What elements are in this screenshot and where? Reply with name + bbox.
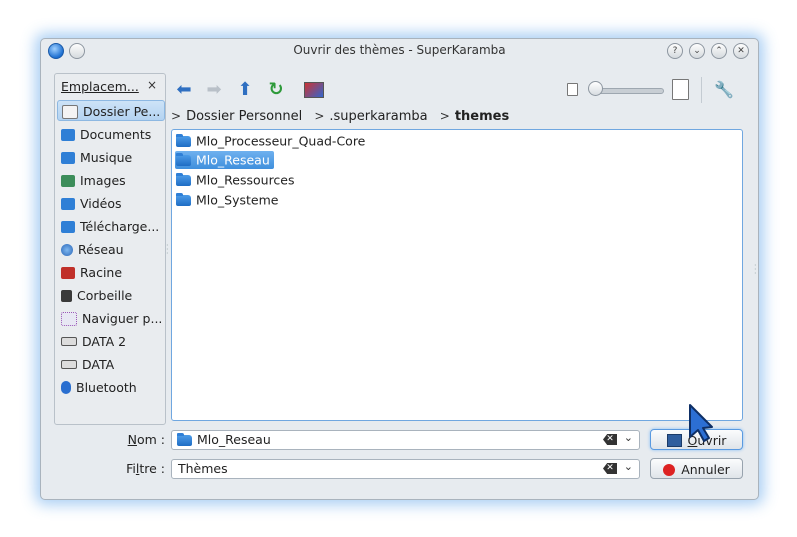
maximize-button[interactable]: ⌃ <box>711 43 727 59</box>
list-item[interactable]: Mlo_Ressources <box>175 171 299 189</box>
place-item-root[interactable]: Racine <box>57 261 163 282</box>
place-label: Images <box>80 173 126 188</box>
filter-value: Thèmes <box>178 461 228 476</box>
title-bar[interactable]: Ouvrir des thèmes - SuperKaramba ? ⌄ ⌃ ✕ <box>41 39 758 63</box>
chevron-down-icon[interactable]: ⌄ <box>624 460 633 473</box>
drive-icon <box>61 360 77 369</box>
place-label: DATA <box>82 357 115 372</box>
place-item-trash[interactable]: Corbeille <box>57 284 163 305</box>
resize-grip[interactable]: · · · <box>754 262 757 278</box>
cancel-button[interactable]: Annuler <box>650 458 743 479</box>
file-name: Mlo_Processeur_Quad-Core <box>196 133 366 149</box>
chevron-down-icon[interactable]: ⌄ <box>624 431 633 444</box>
toolbar-separator <box>701 77 702 103</box>
place-item-data2[interactable]: DATA 2 <box>57 330 163 351</box>
zoom-in-icon[interactable] <box>672 79 689 100</box>
place-item-documents[interactable]: Documents <box>57 123 163 144</box>
places-panel: Emplacem... × Dossier Pe... Documents Mu… <box>54 73 166 425</box>
filter-field[interactable]: Thèmes ✕ ⌄ <box>171 459 640 479</box>
file-name: Mlo_Ressources <box>196 172 295 188</box>
breadcrumb-item-themes[interactable]: themes <box>455 109 509 124</box>
place-label: Télécharge... <box>80 219 160 234</box>
name-value: Mlo_Reseau <box>197 432 271 447</box>
clear-icon[interactable]: ✕ <box>603 434 617 445</box>
place-label: Dossier Pe... <box>83 104 161 119</box>
clear-icon[interactable]: ✕ <box>603 463 617 474</box>
filter-label: Filtre : <box>126 461 165 476</box>
folder-icon <box>176 173 191 186</box>
zoom-slider[interactable] <box>596 88 664 94</box>
cancel-button-label: Annuler <box>681 462 730 477</box>
folder-icon <box>176 134 191 147</box>
drive-icon <box>61 337 77 346</box>
place-label: Vidéos <box>80 196 122 211</box>
place-label: DATA 2 <box>82 334 127 349</box>
help-button[interactable]: ? <box>667 43 683 59</box>
back-arrow-icon[interactable]: ⬅ <box>173 79 195 101</box>
folder-icon <box>176 153 191 166</box>
place-item-bluetooth[interactable]: Bluetooth <box>57 376 163 397</box>
zoom-slider-handle[interactable] <box>588 81 603 96</box>
list-item[interactable]: Mlo_Systeme <box>175 191 282 209</box>
places-close-button[interactable]: × <box>147 78 157 92</box>
trash-icon <box>61 289 72 302</box>
file-list[interactable]: Mlo_Processeur_Quad-Core Mlo_Reseau Mlo_… <box>171 129 743 421</box>
breadcrumb-separator-icon[interactable]: > <box>314 109 324 123</box>
folder-documents-icon <box>61 128 75 141</box>
place-label: Documents <box>80 127 152 142</box>
folder-images-icon <box>61 174 75 187</box>
folder-icon <box>176 193 191 206</box>
place-label: Corbeille <box>77 288 133 303</box>
folder-downloads-icon <box>61 220 75 233</box>
list-item[interactable]: Mlo_Reseau <box>175 151 274 169</box>
place-label: Musique <box>80 150 133 165</box>
place-item-home[interactable]: Dossier Pe... <box>57 100 165 121</box>
wrench-icon[interactable]: 🔧 <box>713 79 735 101</box>
breadcrumb-separator-icon[interactable]: > <box>440 109 450 123</box>
name-field[interactable]: Mlo_Reseau ✕ ⌄ <box>171 430 640 450</box>
breadcrumb-separator-icon[interactable]: > <box>171 109 181 123</box>
file-dialog-window: Ouvrir des thèmes - SuperKaramba ? ⌄ ⌃ ✕… <box>40 38 759 500</box>
home-icon <box>62 104 78 119</box>
minimize-button[interactable]: ⌄ <box>689 43 705 59</box>
reload-icon[interactable]: ↻ <box>265 79 287 101</box>
panel-splitter-handle[interactable]: · · · <box>166 242 169 258</box>
network-browse-icon <box>61 311 77 326</box>
mouse-cursor-icon <box>689 404 713 442</box>
place-item-videos[interactable]: Vidéos <box>57 192 163 213</box>
network-icon <box>61 243 73 256</box>
forward-arrow-icon[interactable]: ➡ <box>203 79 225 101</box>
place-item-data[interactable]: DATA <box>57 353 163 374</box>
cancel-icon <box>663 463 676 476</box>
file-name: Mlo_Systeme <box>196 192 279 208</box>
folder-icon <box>177 433 192 446</box>
place-item-network[interactable]: Réseau <box>57 238 163 259</box>
place-item-images[interactable]: Images <box>57 169 163 190</box>
breadcrumb-item-home[interactable]: Dossier Personnel <box>186 109 302 124</box>
breadcrumb: > Dossier Personnel > .superkaramba > theme… <box>171 107 517 125</box>
folder-music-icon <box>61 151 75 164</box>
bluetooth-icon <box>61 381 71 394</box>
root-folder-icon <box>61 266 75 279</box>
place-item-downloads[interactable]: Télécharge... <box>57 215 163 236</box>
place-label: Naviguer p... <box>82 311 163 326</box>
window-title: Ouvrir des thèmes - SuperKaramba <box>293 43 506 57</box>
close-button[interactable]: ✕ <box>733 43 749 59</box>
up-arrow-icon[interactable]: ⬆ <box>234 79 256 101</box>
place-item-network-browse[interactable]: Naviguer p... <box>57 307 163 328</box>
preview-icon[interactable] <box>303 79 325 101</box>
place-label: Bluetooth <box>76 380 137 395</box>
folder-videos-icon <box>61 197 75 210</box>
place-label: Racine <box>80 265 123 280</box>
open-icon <box>666 434 682 447</box>
file-name: Mlo_Reseau <box>196 152 270 168</box>
place-item-music[interactable]: Musique <box>57 146 163 167</box>
places-header[interactable]: Emplacem... <box>61 79 139 94</box>
place-label: Réseau <box>78 242 124 257</box>
breadcrumb-item-superkaramba[interactable]: .superkaramba <box>329 109 427 124</box>
zoom-out-icon[interactable] <box>567 83 578 96</box>
name-label: Nom : <box>127 432 165 447</box>
list-item[interactable]: Mlo_Processeur_Quad-Core <box>175 132 369 150</box>
